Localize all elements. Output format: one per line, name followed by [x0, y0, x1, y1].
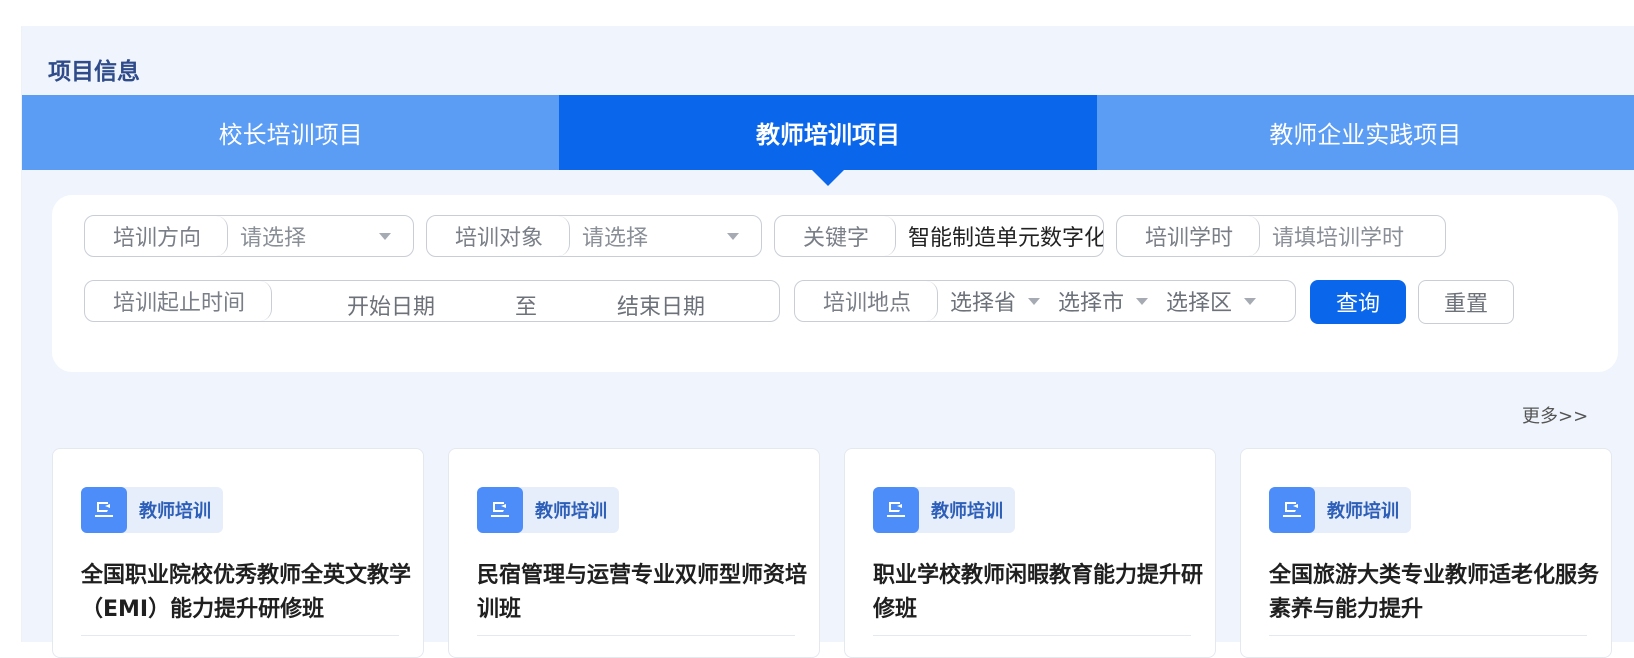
period-label: 培训起止时间 [85, 281, 273, 321]
section-title: 项目信息 [48, 59, 140, 85]
district-placeholder: 选择区 [1166, 291, 1233, 316]
hours-label: 培训学时 [1117, 216, 1261, 256]
project-card[interactable]: 教师培训 全国职业院校优秀教师全英文教学（EMI）能力提升研修班 [52, 448, 424, 658]
card-divider [81, 635, 399, 636]
direction-placeholder: 请选择 [240, 226, 307, 251]
city-placeholder: 选择市 [1058, 291, 1125, 316]
more-link[interactable]: 更多>> [1522, 402, 1588, 428]
end-date-placeholder[interactable]: 结束日期 [617, 289, 705, 321]
caret-down-icon [1028, 297, 1041, 305]
badge-label: 教师培训 [931, 501, 1003, 522]
keyword-value[interactable]: 智能制造单元数字化 [896, 220, 1103, 252]
project-card[interactable]: 教师培训 职业学校教师闲暇教育能力提升研修班 [844, 448, 1216, 658]
target-placeholder: 请选择 [582, 226, 649, 251]
target-select[interactable]: 培训对象 请选择 [426, 215, 762, 257]
top-bar [0, 0, 1634, 26]
hours-placeholder[interactable]: 请填培训学时 [1260, 220, 1445, 252]
teacher-desk-icon [81, 487, 127, 533]
filter-card: 培训方向 请选择 培训对象 请选择 关键字 智能制造单元数字化 培训学时 请填培… [52, 195, 1618, 372]
tab-teacher-training[interactable]: 教师培训项目 [559, 95, 1097, 170]
project-tabs: 校长培训项目 教师培训项目 教师企业实践项目 [22, 95, 1634, 170]
badge-label: 教师培训 [139, 501, 211, 522]
category-badge: 教师培训 [1269, 487, 1411, 533]
tab-principal-training[interactable]: 校长培训项目 [22, 95, 560, 170]
city-select[interactable]: 选择市 [1058, 285, 1166, 317]
card-divider [477, 635, 795, 636]
caret-down-icon [1244, 297, 1257, 305]
card-divider [1269, 635, 1587, 636]
card-divider [873, 635, 1191, 636]
province-select[interactable]: 选择省 [950, 285, 1058, 317]
direction-label: 培训方向 [85, 216, 229, 256]
card-title[interactable]: 职业学校教师闲暇教育能力提升研修班 [873, 559, 1203, 627]
date-separator: 至 [515, 295, 538, 320]
location-label: 培训地点 [795, 281, 939, 321]
start-date-placeholder[interactable]: 开始日期 [347, 289, 435, 321]
caret-down-icon [1136, 297, 1149, 305]
card-title[interactable]: 全国职业院校优秀教师全英文教学（EMI）能力提升研修班 [81, 559, 411, 627]
badge-label: 教师培训 [535, 501, 607, 522]
category-badge: 教师培训 [81, 487, 223, 533]
keyword-input[interactable]: 关键字 智能制造单元数字化 [774, 215, 1104, 257]
category-badge: 教师培训 [477, 487, 619, 533]
hours-input[interactable]: 培训学时 请填培训学时 [1116, 215, 1446, 257]
keyword-label: 关键字 [775, 216, 897, 256]
province-placeholder: 选择省 [950, 291, 1017, 316]
badge-label: 教师培训 [1327, 501, 1399, 522]
query-button[interactable]: 查询 [1310, 280, 1406, 324]
district-select[interactable]: 选择区 [1166, 285, 1274, 317]
teacher-desk-icon [873, 487, 919, 533]
target-label: 培训对象 [427, 216, 571, 256]
caret-down-icon [727, 232, 739, 240]
caret-down-icon [379, 232, 391, 240]
direction-select[interactable]: 培训方向 请选择 [84, 215, 414, 257]
project-card[interactable]: 教师培训 全国旅游大类专业教师适老化服务素养与能力提升 [1240, 448, 1612, 658]
reset-button[interactable]: 重置 [1418, 280, 1514, 324]
period-range-picker[interactable]: 培训起止时间 开始日期 至 结束日期 [84, 280, 780, 322]
category-badge: 教师培训 [873, 487, 1015, 533]
teacher-desk-icon [1269, 487, 1315, 533]
location-picker[interactable]: 培训地点 选择省 选择市 选择区 [794, 280, 1296, 322]
card-title[interactable]: 民宿管理与运营专业双师型师资培训班 [477, 559, 807, 627]
teacher-desk-icon [477, 487, 523, 533]
tab-teacher-enterprise-practice[interactable]: 教师企业实践项目 [1096, 95, 1634, 170]
left-strip [0, 26, 22, 642]
project-card[interactable]: 教师培训 民宿管理与运营专业双师型师资培训班 [448, 448, 820, 658]
card-title[interactable]: 全国旅游大类专业教师适老化服务素养与能力提升 [1269, 559, 1599, 627]
